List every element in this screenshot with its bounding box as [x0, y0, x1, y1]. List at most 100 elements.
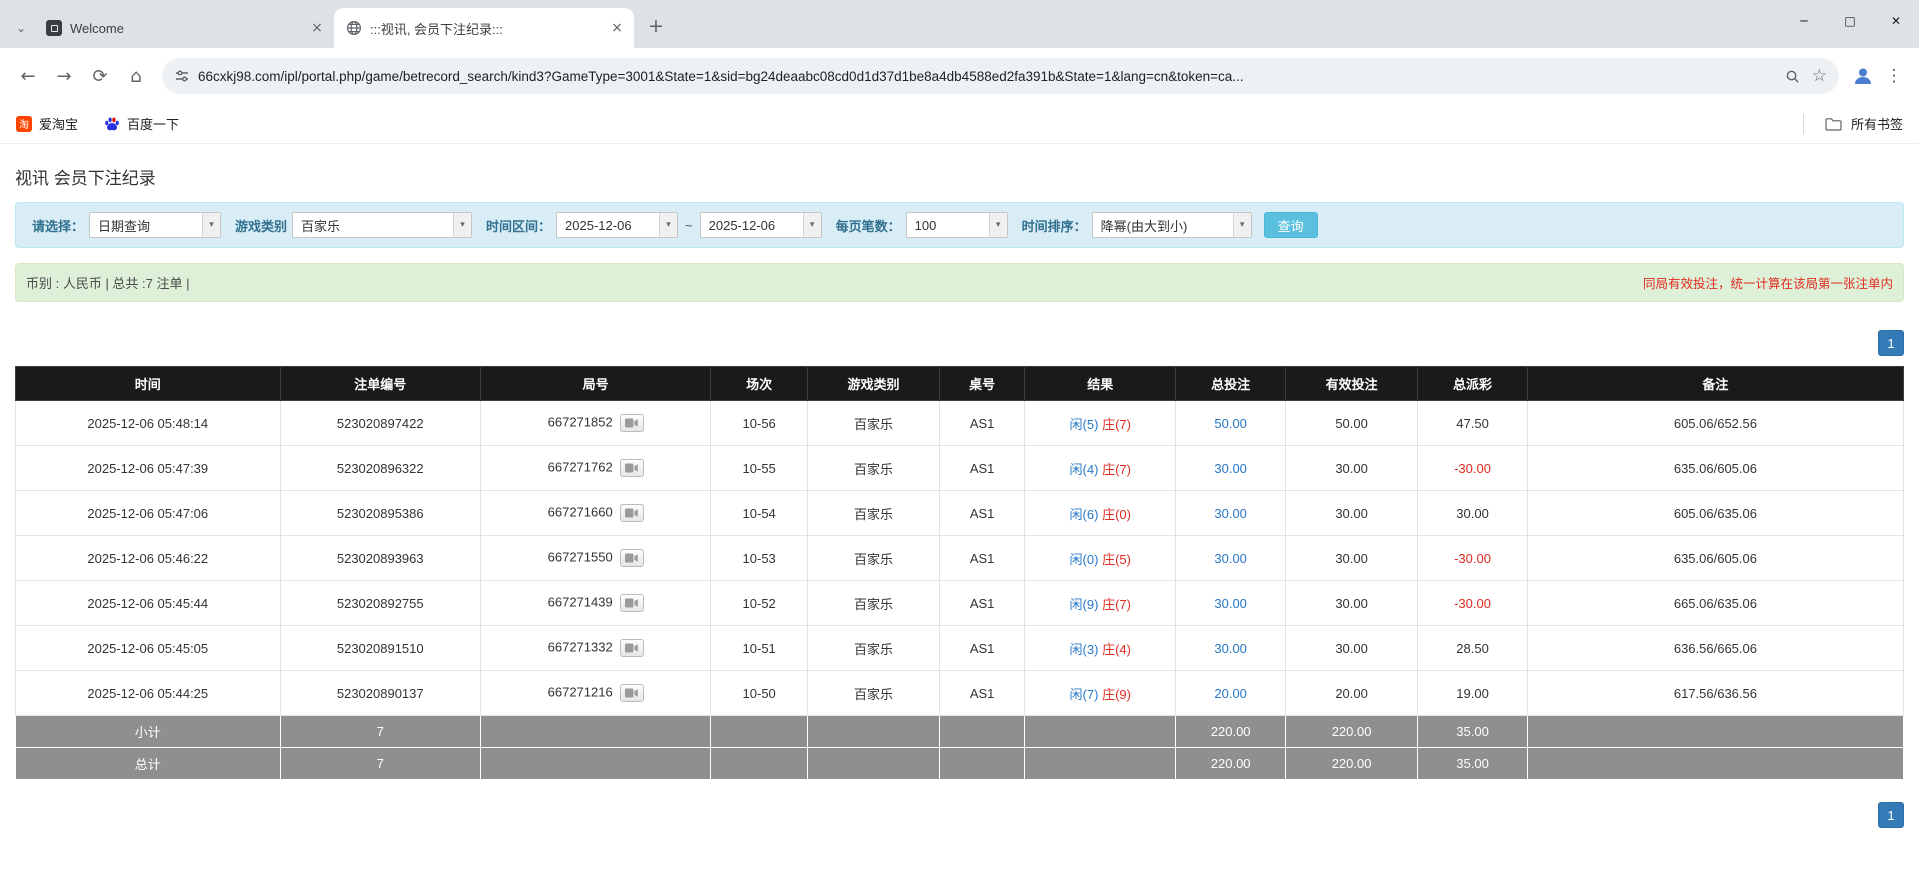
total-count: 7: [279, 747, 481, 780]
total-payout: 35.00: [1417, 747, 1528, 780]
game-type-cell: 百家乐: [806, 535, 941, 581]
total-bet-link[interactable]: 30.00: [1214, 461, 1247, 476]
round-cell: 667271216: [479, 670, 712, 716]
result-banker: 庄(7): [1102, 461, 1131, 477]
note-cell: 617.56/636.56: [1526, 670, 1905, 716]
valid-bet-cell: 30.00: [1284, 535, 1419, 581]
total-bet-link[interactable]: 30.00: [1214, 641, 1247, 656]
subtotal-empty: [806, 715, 941, 748]
tab-bet-record[interactable]: :::视讯, 会员下注纪录::: ×: [334, 8, 634, 48]
header-session: 场次: [710, 366, 808, 401]
table-no-cell: AS1: [939, 625, 1026, 671]
new-tab-button[interactable]: +: [642, 12, 670, 40]
table-no-cell: AS1: [939, 490, 1026, 536]
video-replay-icon[interactable]: [619, 549, 644, 567]
total-bet-link[interactable]: 30.00: [1214, 506, 1247, 521]
game-type-label: 游戏类别: [235, 218, 288, 234]
tab-welcome[interactable]: Welcome ×: [34, 8, 334, 48]
all-bookmarks-label: 所有书签: [1850, 117, 1903, 132]
result-player: 闲(5): [1069, 416, 1099, 432]
session-cell: 10-55: [710, 445, 808, 491]
back-icon[interactable]: ←: [10, 58, 46, 94]
subtotal-empty: [710, 715, 808, 748]
header-payout: 总派彩: [1417, 366, 1528, 401]
video-replay-icon[interactable]: [619, 594, 644, 612]
home-icon[interactable]: ⌂: [118, 58, 154, 94]
video-replay-icon[interactable]: [619, 684, 644, 702]
sort-select[interactable]: 降幂(由大到小) ▾: [1091, 212, 1252, 238]
note-cell: 605.06/652.56: [1526, 400, 1905, 446]
welcome-favicon-icon: [46, 20, 62, 36]
total-bet-cell: 20.00: [1175, 670, 1286, 716]
per-page-select[interactable]: 100 ▾: [905, 212, 1008, 238]
subtotal-valid-bet: 220.00: [1284, 715, 1419, 748]
session-cell: 10-53: [710, 535, 808, 581]
session-cell: 10-51: [710, 625, 808, 671]
table-header-row: 时间 注单编号 局号 场次 游戏类别 桌号 结果 总投注 有效投注 总派彩 备注: [15, 366, 1905, 401]
date-from-select[interactable]: 2025-12-06 ▾: [556, 212, 679, 238]
total-bet-link[interactable]: 20.00: [1214, 686, 1247, 701]
page-1-button[interactable]: 1: [1878, 330, 1904, 356]
reload-icon[interactable]: ⟳: [82, 58, 118, 94]
video-replay-icon[interactable]: [619, 639, 644, 657]
bet-time-cell: 2025-12-06 05:45:44: [15, 580, 281, 626]
divider: [1802, 113, 1804, 134]
forward-icon[interactable]: →: [46, 58, 82, 94]
search-button[interactable]: 查询: [1263, 212, 1318, 238]
zoom-icon[interactable]: [1785, 69, 1800, 84]
result-cell: 闲(9) 庄(7): [1024, 580, 1177, 626]
all-bookmarks-button[interactable]: 所有书签: [1802, 113, 1903, 134]
pagination-top: 1: [15, 330, 1904, 356]
subtotal-count: 7: [279, 715, 481, 748]
url-text[interactable]: 66cxkj98.com/ipl/portal.php/game/betreco…: [198, 69, 1775, 84]
game-type-cell: 百家乐: [806, 445, 941, 491]
valid-bet-cell: 30.00: [1284, 580, 1419, 626]
game-type-select[interactable]: 百家乐 ▾: [292, 212, 473, 238]
browser-menu-icon[interactable]: ⋮: [1879, 60, 1909, 92]
close-tab-icon[interactable]: ×: [308, 19, 326, 37]
selected-value: 2025-12-06: [565, 217, 632, 233]
date-to-select[interactable]: 2025-12-06 ▾: [699, 212, 822, 238]
subtotal-empty: [939, 715, 1026, 748]
close-tab-icon[interactable]: ×: [608, 19, 626, 37]
bet-id-cell: 523020891510: [279, 625, 481, 671]
total-bet-link[interactable]: 30.00: [1214, 551, 1247, 566]
payout-cell: -30.00: [1417, 445, 1528, 491]
bet-time-cell: 2025-12-06 05:47:06: [15, 490, 281, 536]
minimize-button[interactable]: ─: [1781, 0, 1827, 42]
profile-avatar[interactable]: [1847, 60, 1879, 92]
subtotal-payout: 35.00: [1417, 715, 1528, 748]
header-total-bet: 总投注: [1175, 366, 1286, 401]
total-empty: [1024, 747, 1177, 780]
bookmark-star-icon[interactable]: ☆: [1812, 66, 1827, 86]
maximize-button[interactable]: □: [1827, 0, 1873, 42]
tab-list-chevron-icon[interactable]: ⌄: [8, 8, 34, 48]
valid-bet-cell: 20.00: [1284, 670, 1419, 716]
notice-text: 同局有效投注，统一计算在该局第一张注单内: [1642, 277, 1893, 291]
chevron-down-icon: ▾: [802, 213, 821, 237]
page-1-button[interactable]: 1: [1878, 802, 1904, 828]
total-bet-link[interactable]: 30.00: [1214, 596, 1247, 611]
address-bar[interactable]: 66cxkj98.com/ipl/portal.php/game/betreco…: [162, 58, 1839, 94]
query-type-label: 请选择：: [32, 218, 85, 234]
header-round: 局号: [479, 366, 712, 401]
video-replay-icon[interactable]: [619, 504, 644, 522]
payout-cell: 47.50: [1417, 400, 1528, 446]
video-replay-icon[interactable]: [619, 459, 644, 477]
payout-cell: 28.50: [1417, 625, 1528, 671]
video-replay-icon[interactable]: [619, 414, 644, 432]
bookmark-baidu[interactable]: 百度一下: [104, 114, 179, 133]
bet-row: 2025-12-06 05:47:39 523020896322 667271762…: [15, 445, 1905, 491]
total-bet-cell: 30.00: [1175, 445, 1286, 491]
query-type-select[interactable]: 日期查询 ▾: [89, 212, 222, 238]
site-info-icon[interactable]: [174, 68, 190, 84]
game-type-cell: 百家乐: [806, 400, 941, 446]
close-window-button[interactable]: ✕: [1873, 0, 1919, 42]
total-bet-link[interactable]: 50.00: [1214, 416, 1247, 431]
header-bet-id: 注单编号: [279, 366, 481, 401]
round-number: 667271660: [547, 504, 613, 520]
total-bet-cell: 30.00: [1175, 490, 1286, 536]
bookmark-taobao[interactable]: 淘 爱淘宝: [16, 114, 78, 133]
session-cell: 10-56: [710, 400, 808, 446]
tab-strip: ⌄ Welcome × :::视讯, 会员下注纪录::: × + ─ □ ✕: [0, 0, 1919, 48]
